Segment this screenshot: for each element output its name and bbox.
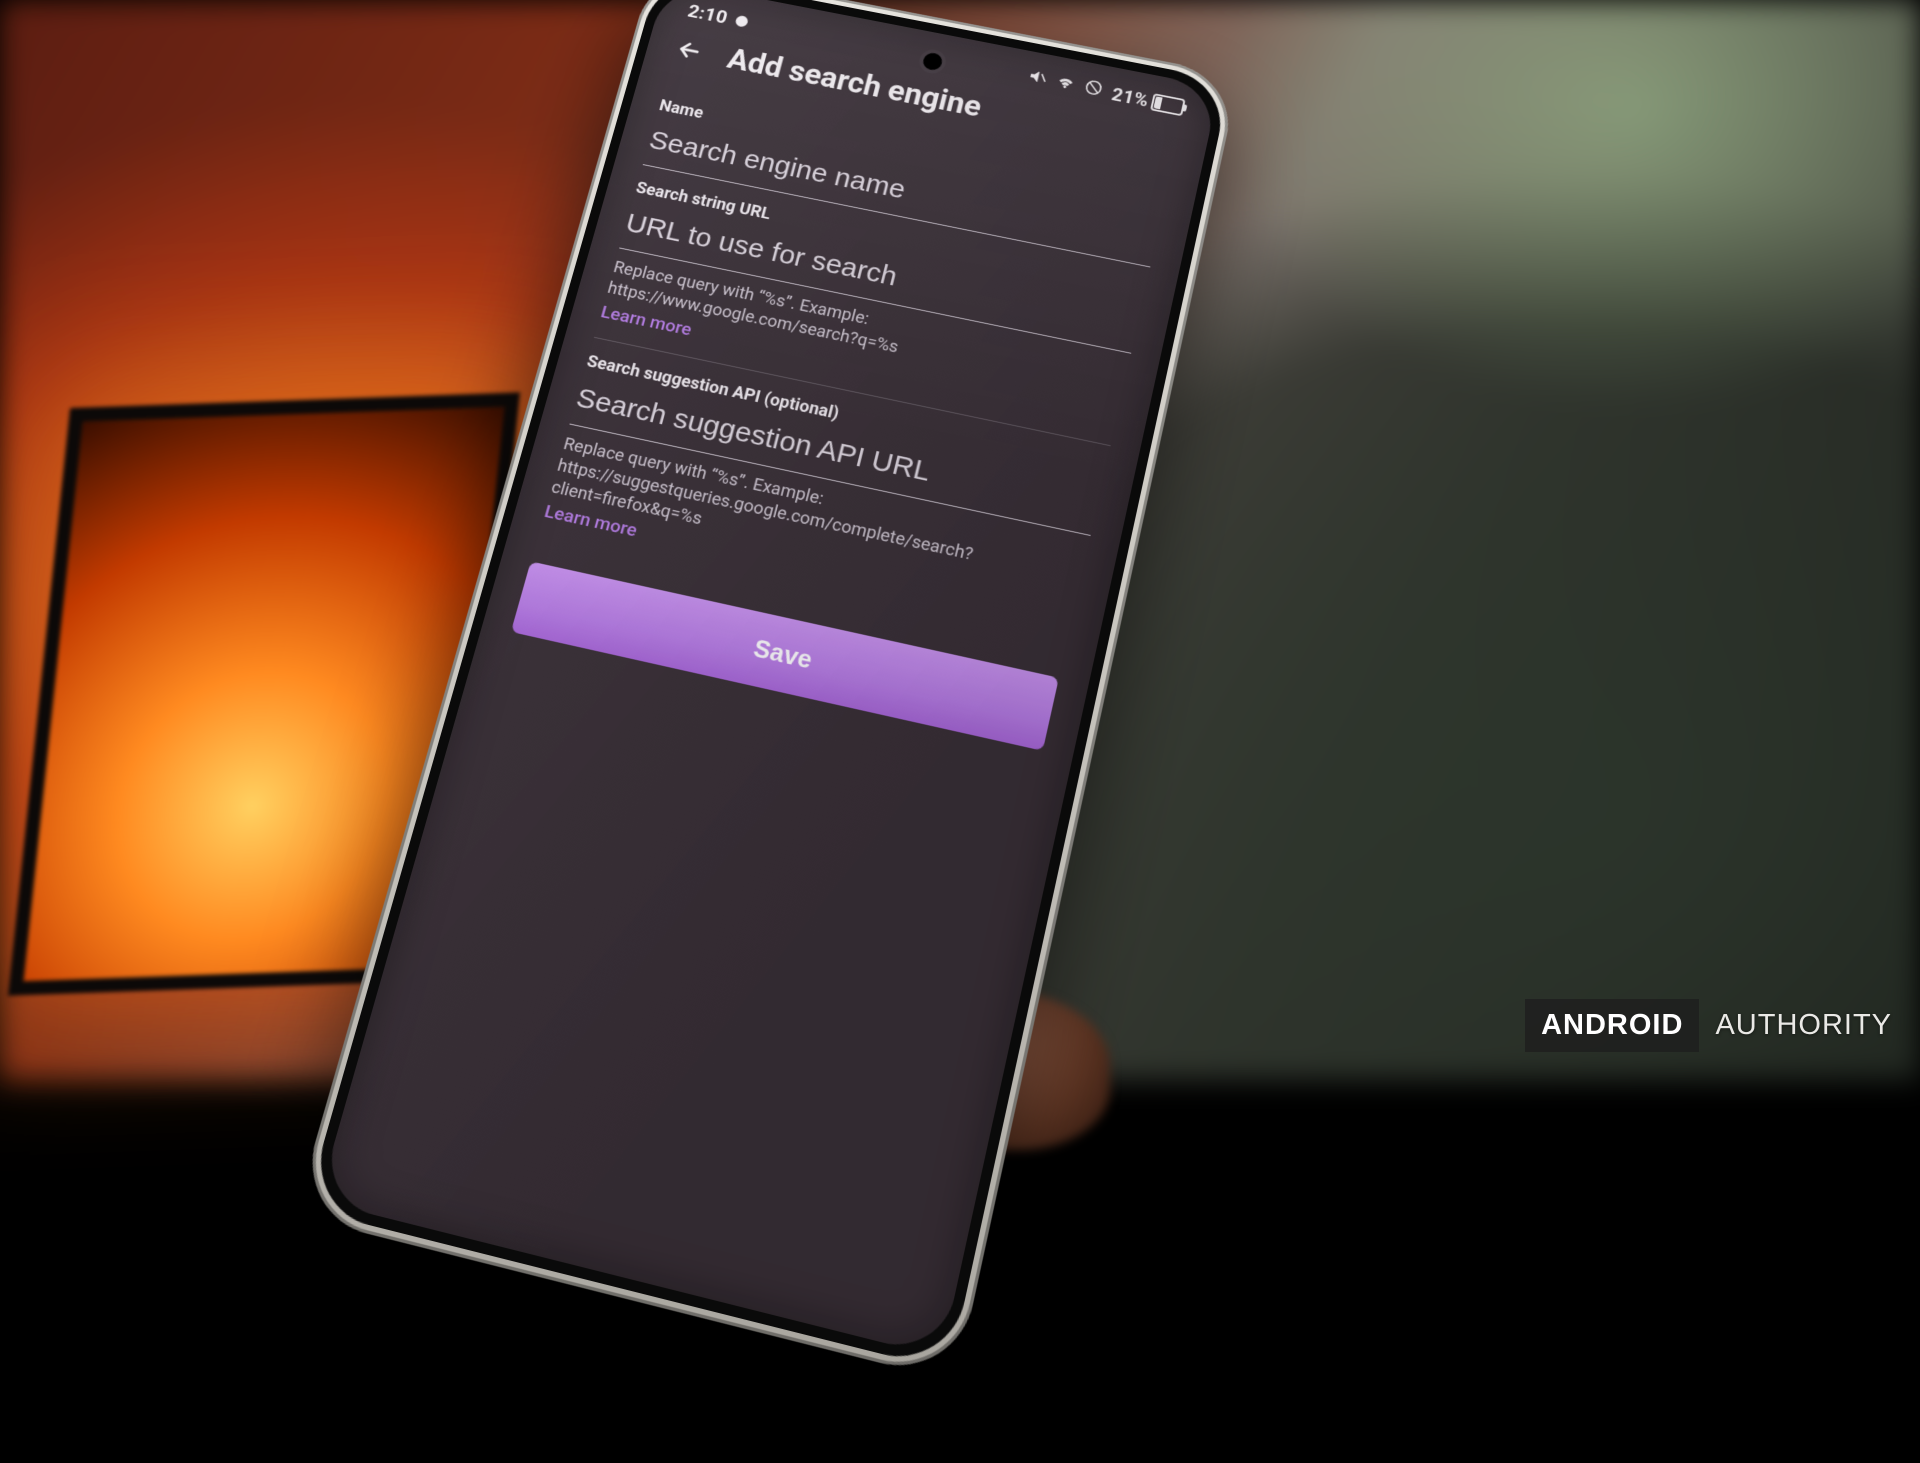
status-dot-icon: [735, 15, 750, 28]
watermark-light: AUTHORITY: [1699, 999, 1892, 1052]
back-button[interactable]: [666, 29, 714, 71]
watermark: ANDROID AUTHORITY: [1525, 999, 1892, 1052]
save-button-label: Save: [750, 635, 815, 675]
arrow-left-icon: [672, 35, 706, 65]
mute-icon: [1026, 67, 1050, 91]
watermark-strong: ANDROID: [1525, 999, 1699, 1052]
battery-percent-text: 21%: [1110, 83, 1151, 110]
wifi-icon: [1054, 72, 1078, 96]
status-time: 2:10: [685, 1, 729, 28]
battery-icon: [1150, 93, 1186, 116]
